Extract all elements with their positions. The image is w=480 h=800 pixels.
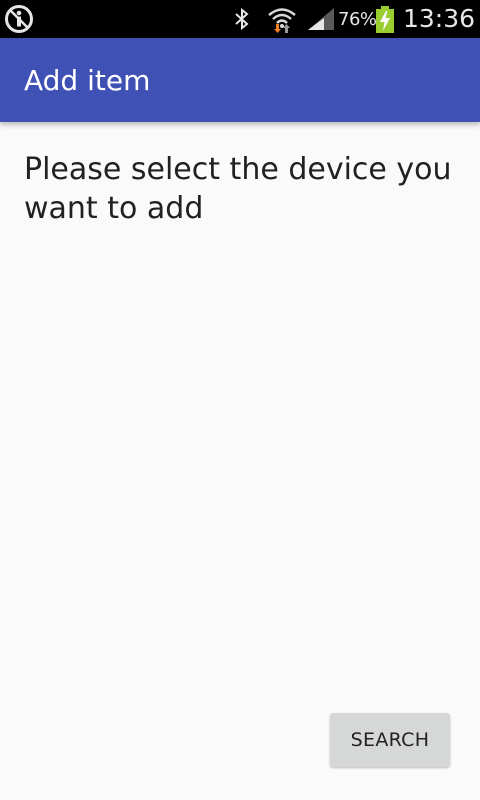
signal-icon — [308, 8, 334, 30]
search-button[interactable]: SEARCH — [330, 713, 450, 767]
battery-percentage: 76% — [338, 9, 377, 30]
device-select-prompt: Please select the device you want to add — [24, 152, 452, 226]
bluetooth-icon — [235, 7, 249, 31]
page-title: Add item — [24, 64, 151, 97]
status-bar: 76% 13:36 — [0, 0, 480, 38]
app-bar: Add item — [0, 38, 480, 122]
status-clock: 13:36 — [403, 4, 476, 33]
info-icon — [5, 5, 33, 33]
battery-charging-icon — [376, 6, 394, 33]
wifi-icon — [268, 8, 296, 33]
